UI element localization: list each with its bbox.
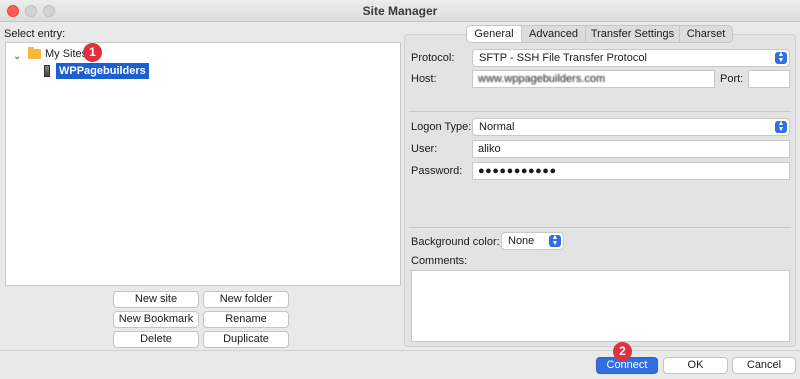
annotation-badge-1: 1 — [83, 43, 102, 62]
new-bookmark-button[interactable]: New Bookmark — [113, 311, 199, 328]
chevron-down-icon[interactable]: ⌄ — [13, 51, 21, 62]
tab-transfer-settings[interactable]: Transfer Settings — [586, 26, 680, 42]
port-label: Port: — [720, 73, 744, 85]
logon-type-label: Logon Type: — [411, 121, 472, 133]
duplicate-button[interactable]: Duplicate — [203, 331, 289, 348]
chevron-updown-icon: ▲ ▼ — [549, 234, 561, 247]
server-icon — [44, 65, 50, 77]
select-entry-label: Select entry: — [4, 28, 66, 40]
user-label: User: — [411, 143, 438, 155]
tab-general[interactable]: General — [467, 26, 522, 42]
tree-item-site[interactable]: WPPagebuilders — [44, 63, 149, 79]
window-title: Site Manager — [362, 4, 438, 18]
logon-type-select[interactable]: Normal ▲ ▼ — [472, 118, 790, 136]
tab-charset[interactable]: Charset — [680, 26, 732, 42]
host-input[interactable]: www.wppagebuilders.com — [472, 70, 715, 88]
user-input[interactable]: aliko — [472, 140, 790, 158]
ok-button[interactable]: OK — [663, 357, 728, 374]
port-input[interactable] — [748, 70, 790, 88]
background-color-label: Background color: — [411, 236, 500, 248]
new-folder-button[interactable]: New folder — [203, 291, 289, 308]
protocol-value: SFTP - SSH File Transfer Protocol — [479, 52, 647, 64]
protocol-label: Protocol: — [411, 52, 455, 64]
site-label: WPPagebuilders — [56, 63, 149, 79]
comments-textarea[interactable] — [411, 270, 790, 342]
settings-tabs: General Advanced Transfer Settings Chars… — [466, 25, 733, 43]
folder-icon — [28, 47, 41, 59]
site-tree[interactable]: ⌄ My Sites WPPagebuilders — [5, 42, 401, 286]
chevron-updown-icon: ▲ ▼ — [775, 51, 787, 64]
protocol-select[interactable]: SFTP - SSH File Transfer Protocol ▲ ▼ — [472, 49, 790, 67]
background-color-select[interactable]: None ▲ ▼ — [501, 232, 564, 250]
password-label: Password: — [411, 165, 463, 177]
annotation-badge-2: 2 — [613, 342, 632, 361]
title-bar: Site Manager — [0, 0, 800, 22]
rename-button[interactable]: Rename — [203, 311, 289, 328]
folder-label: My Sites — [45, 48, 88, 60]
background-color-value: None — [508, 235, 535, 247]
cancel-button[interactable]: Cancel — [732, 357, 796, 374]
logon-type-value: Normal — [479, 121, 515, 133]
password-input[interactable]: ●●●●●●●●●●● — [472, 162, 790, 180]
new-site-button[interactable]: New site — [113, 291, 199, 308]
divider — [409, 111, 791, 112]
tree-item-my-sites[interactable]: My Sites — [28, 46, 87, 62]
divider — [409, 227, 791, 228]
host-value: www.wppagebuilders.com — [478, 73, 606, 85]
chevron-updown-icon: ▲ ▼ — [775, 120, 787, 133]
comments-label: Comments: — [411, 255, 468, 267]
delete-button[interactable]: Delete — [113, 331, 199, 348]
tab-advanced[interactable]: Advanced — [522, 26, 586, 42]
host-label: Host: — [411, 73, 437, 85]
